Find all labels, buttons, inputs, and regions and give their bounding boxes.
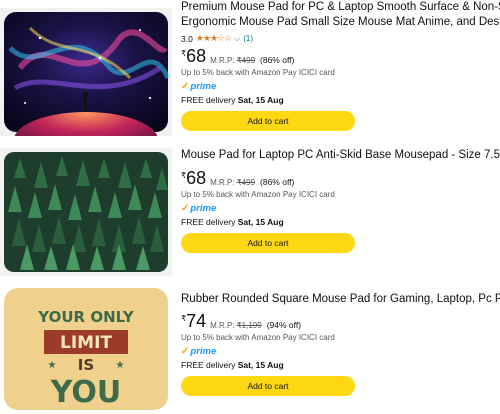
discount-text: (86% off) bbox=[260, 55, 295, 65]
product-title-line[interactable]: Rubber Rounded Square Mouse Pad for Gami… bbox=[181, 292, 500, 307]
mrp-label: M.R.P: bbox=[210, 178, 235, 187]
product-title[interactable]: Rubber Rounded Square Mouse Pad for Gami… bbox=[181, 292, 500, 307]
price-row: ₹ 68 M.R.P: ₹499 (86% off) bbox=[181, 47, 500, 65]
product-title[interactable]: Mouse Pad for Laptop PC Anti-Skid Base M… bbox=[181, 148, 500, 163]
prime-label: prime bbox=[190, 346, 217, 357]
product-image[interactable] bbox=[0, 8, 172, 136]
delivery-info: FREE delivery Sat, 15 Aug bbox=[181, 95, 500, 105]
product-title-line[interactable]: Premium Mouse Pad for PC & Laptop Smooth… bbox=[181, 0, 500, 15]
svg-text:★: ★ bbox=[48, 360, 57, 371]
product-title-line[interactable]: Mouse Pad for Laptop PC Anti-Skid Base M… bbox=[181, 148, 500, 163]
cashback-text: Up to 5% back with Amazon Pay ICICI card bbox=[181, 333, 335, 342]
checkmark-icon: ✓ bbox=[181, 346, 190, 357]
product-card: Mouse Pad for Laptop PC Anti-Skid Base M… bbox=[0, 148, 500, 284]
product-card: YOUR ONLY LIMIT IS YOU ★ ★ Rubber Rounde… bbox=[0, 284, 500, 414]
cashback-text: Up to 5% back with Amazon Pay ICICI card bbox=[181, 68, 335, 77]
cashback-text: Up to 5% back with Amazon Pay ICICI card bbox=[181, 190, 335, 199]
price: 68 bbox=[186, 46, 207, 66]
mrp-value: ₹499 bbox=[236, 178, 256, 187]
price-row: ₹ 74 M.R.P: ₹1,199 (94% off) bbox=[181, 312, 500, 330]
prime-label: prime bbox=[190, 81, 217, 92]
checkmark-icon: ✓ bbox=[181, 81, 190, 92]
delivery-prefix: FREE delivery bbox=[181, 95, 238, 105]
delivery-prefix: FREE delivery bbox=[181, 360, 238, 370]
delivery-info: FREE delivery Sat, 15 Aug bbox=[181, 360, 500, 370]
discount-text: (94% off) bbox=[266, 320, 302, 330]
galaxy-mousepad-image bbox=[4, 12, 171, 136]
svg-text:★: ★ bbox=[116, 360, 125, 371]
add-to-cart-button[interactable]: Add to cart bbox=[181, 111, 355, 131]
price-row: ₹ 68 M.R.P: ₹499 (86% off) bbox=[181, 169, 500, 187]
product-image[interactable]: YOUR ONLY LIMIT IS YOU ★ ★ bbox=[0, 284, 172, 414]
forest-mousepad-image bbox=[4, 152, 168, 272]
product-title-line[interactable]: Ergonomic Mouse Pad Small Size Mouse Mat… bbox=[181, 15, 500, 30]
discount-text: (86% off) bbox=[260, 177, 295, 187]
prime-badge: ✓ prime bbox=[181, 204, 500, 214]
add-to-cart-button[interactable]: Add to cart bbox=[181, 233, 355, 253]
delivery-date: Sat, 15 Aug bbox=[237, 360, 284, 370]
mrp-label: M.R.P: bbox=[210, 56, 235, 65]
price: 68 bbox=[186, 168, 207, 188]
image-text-line: YOU bbox=[50, 375, 122, 410]
quote-mousepad-image: YOUR ONLY LIMIT IS YOU ★ ★ bbox=[4, 288, 168, 410]
checkmark-icon: ✓ bbox=[181, 203, 190, 214]
chevron-down-icon[interactable]: ⌵ bbox=[234, 34, 240, 44]
product-info: Rubber Rounded Square Mouse Pad for Gami… bbox=[181, 292, 500, 396]
delivery-date: Sat, 15 Aug bbox=[237, 95, 284, 105]
prime-label: prime bbox=[190, 203, 217, 214]
image-text-line: LIMIT bbox=[60, 333, 112, 353]
delivery-prefix: FREE delivery bbox=[181, 217, 238, 227]
rating-value: 3.0 bbox=[181, 33, 193, 44]
product-title[interactable]: Premium Mouse Pad for PC & Laptop Smooth… bbox=[181, 0, 500, 30]
image-text-line: IS bbox=[78, 356, 94, 374]
image-text-line: YOUR ONLY bbox=[37, 308, 135, 326]
rating-row: 3.0 ★★★☆☆ ⌵ (1) bbox=[181, 33, 500, 44]
star-rating-icon[interactable]: ★★★☆☆ bbox=[196, 33, 232, 44]
mrp-value: ₹1,199 bbox=[236, 321, 262, 330]
delivery-info: FREE delivery Sat, 15 Aug bbox=[181, 217, 500, 227]
product-card: Premium Mouse Pad for PC & Laptop Smooth… bbox=[0, 0, 500, 142]
product-info: Mouse Pad for Laptop PC Anti-Skid Base M… bbox=[181, 148, 500, 253]
mrp-label: M.R.P: bbox=[210, 321, 235, 330]
rating-count[interactable]: (1) bbox=[243, 34, 253, 43]
prime-badge: ✓ prime bbox=[181, 347, 500, 357]
delivery-date: Sat, 15 Aug bbox=[237, 217, 284, 227]
mrp-value: ₹499 bbox=[236, 56, 256, 65]
product-info: Premium Mouse Pad for PC & Laptop Smooth… bbox=[181, 0, 500, 131]
add-to-cart-button[interactable]: Add to cart bbox=[181, 376, 355, 396]
prime-badge: ✓ prime bbox=[181, 82, 500, 92]
price: 74 bbox=[186, 311, 207, 331]
product-image[interactable] bbox=[0, 148, 172, 276]
